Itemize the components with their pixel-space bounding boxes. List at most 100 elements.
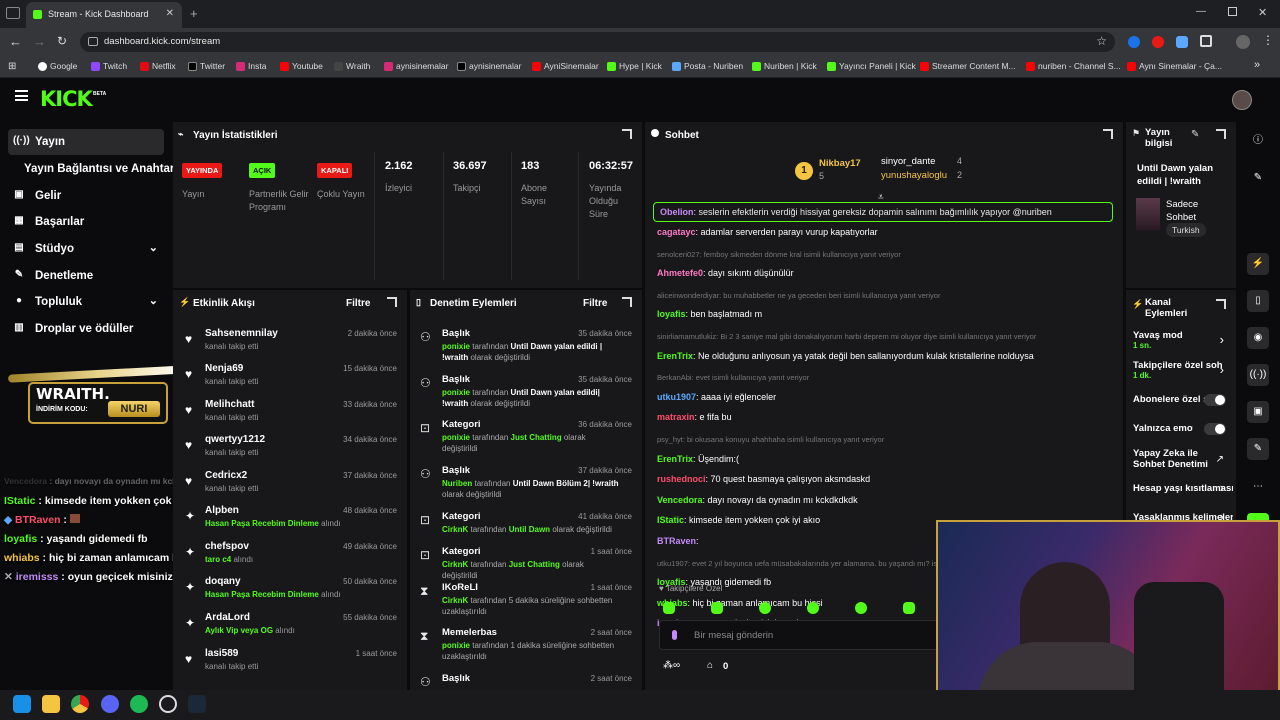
sidebar-item-yayin[interactable]: ((·)) Yayın xyxy=(8,129,164,155)
chat-username[interactable]: ErenTrix xyxy=(657,351,693,361)
expand-icon[interactable] xyxy=(622,129,632,139)
followers-only-setting[interactable]: Takipçilere özel sohbet 1 dk. xyxy=(1133,360,1223,380)
expand-icon[interactable] xyxy=(1103,129,1113,139)
slow-mode-setting[interactable]: Yavaş mod 1 sn. xyxy=(1133,330,1223,350)
ai-moderation-setting[interactable]: Yapay Zeka ile Sohbet Denetimi xyxy=(1133,448,1223,470)
subscribers-only-setting[interactable]: Abonelere özel sohbet xyxy=(1133,394,1211,405)
emote-icon[interactable] xyxy=(663,602,675,614)
extensions-puzzle-icon[interactable] xyxy=(1200,35,1212,47)
obs-icon[interactable] xyxy=(159,695,177,713)
external-link-icon[interactable]: ↗ xyxy=(1216,454,1224,465)
bookmark-youtube[interactable]: Youtube xyxy=(280,61,323,71)
chevron-right-icon[interactable]: › xyxy=(1220,480,1224,495)
steam-icon[interactable] xyxy=(188,695,206,713)
bookmark-insta[interactable]: Insta xyxy=(236,61,266,71)
bookmark-ayni-sinemalar[interactable]: Aynı Sinemalar - Ça... xyxy=(1127,61,1222,71)
bookmark-aynisinemalar-yt[interactable]: AyniSinemalar xyxy=(532,61,599,71)
kick-logo[interactable]: KICK xyxy=(40,87,93,111)
chevron-right-icon[interactable]: › xyxy=(1220,332,1224,347)
bookmark-nuriben-kick[interactable]: Nuriben | Kick xyxy=(752,61,817,71)
wrench-rail-icon[interactable]: ✎ xyxy=(1247,438,1269,460)
bookmark-posta[interactable]: Posta - Nuriben xyxy=(672,61,743,71)
chat-username[interactable]: BTRaven xyxy=(657,536,696,546)
minimize-icon[interactable]: — xyxy=(1196,6,1206,17)
document-rail-icon[interactable]: ▯ xyxy=(1247,290,1269,312)
tab-close-icon[interactable]: ✕ xyxy=(166,8,174,19)
expand-icon[interactable] xyxy=(1216,129,1226,139)
bookmark-twitch[interactable]: Twitch xyxy=(91,61,127,71)
info-rail-icon[interactable]: ⓘ xyxy=(1247,130,1269,152)
broadcast-rail-icon[interactable]: ((·)) xyxy=(1247,364,1269,386)
bookmark-aynisinemalar-insta[interactable]: aynisinemalar xyxy=(384,61,448,71)
chrome-icon[interactable] xyxy=(71,695,89,713)
url-field[interactable]: dashboard.kick.com/stream ☆ xyxy=(80,32,1115,52)
video-rail-icon[interactable]: ▣ xyxy=(1247,401,1269,423)
reload-icon[interactable]: ↻ xyxy=(57,34,67,48)
edit-rail-icon[interactable]: ✎ xyxy=(1247,167,1269,189)
extension-icon-1[interactable] xyxy=(1128,36,1140,48)
tab-search-icon[interactable] xyxy=(6,7,20,19)
chat-username[interactable]: matraxin xyxy=(657,412,695,422)
account-age-setting[interactable]: Hesap yaşı kısıtlaması xyxy=(1133,483,1233,494)
subscribers-only-toggle[interactable] xyxy=(1204,394,1226,406)
spotify-icon[interactable] xyxy=(130,695,148,713)
site-info-icon[interactable] xyxy=(88,37,98,46)
chat-rail-icon[interactable]: ◉ xyxy=(1247,327,1269,349)
bookmark-netflix[interactable]: Netflix xyxy=(140,61,176,71)
discord-icon[interactable] xyxy=(101,695,119,713)
emote-only-toggle[interactable] xyxy=(1204,423,1226,435)
user-avatar[interactable] xyxy=(1232,90,1252,110)
chat-username[interactable]: utku1907 xyxy=(657,392,696,402)
emote-icon[interactable] xyxy=(807,602,819,614)
more-rail-icon[interactable]: ⋯ xyxy=(1247,476,1269,498)
moderation-filter-button[interactable]: Filtre xyxy=(583,298,607,309)
lightning-rail-icon[interactable]: ⚡ xyxy=(1247,253,1269,275)
bookmark-nuriben-channel[interactable]: nuriben - Channel S... xyxy=(1026,61,1121,71)
emote-icon[interactable] xyxy=(759,602,771,614)
chat-username[interactable]: rushednoci xyxy=(657,474,706,484)
bookmark-streamer-content[interactable]: Streamer Content M... xyxy=(920,61,1016,71)
file-explorer-icon[interactable] xyxy=(42,695,60,713)
browser-tab-active[interactable]: Stream - Kick Dashboard ✕ xyxy=(26,2,182,28)
expand-icon[interactable] xyxy=(387,297,397,307)
sidebar-item-topluluk[interactable]: ● Topluluk ⌄ xyxy=(8,289,164,315)
expand-icon[interactable] xyxy=(622,297,632,307)
bookmarks-more-icon[interactable]: » xyxy=(1254,59,1260,71)
bookmark-hype-kick[interactable]: Hype | Kick xyxy=(607,61,662,71)
back-icon[interactable]: ← xyxy=(9,34,22,49)
profile-avatar-icon[interactable] xyxy=(1236,35,1250,49)
extension-icon-3[interactable] xyxy=(1176,36,1188,48)
edit-icon[interactable]: ✎ xyxy=(1191,129,1199,140)
chat-username[interactable]: Vencedora xyxy=(657,495,703,505)
maximize-icon[interactable] xyxy=(1228,7,1237,16)
apps-grid-icon[interactable]: ⊞ xyxy=(8,61,16,72)
emote-icon[interactable] xyxy=(903,602,915,614)
bookmark-wraith[interactable]: Wraith xyxy=(334,61,370,71)
browser-menu-icon[interactable]: ⋮ xyxy=(1262,33,1274,47)
new-tab-icon[interactable]: + xyxy=(190,6,198,21)
hamburger-menu-icon[interactable] xyxy=(15,90,28,101)
sidebar-item-gelir[interactable]: ▣ Gelir xyxy=(8,183,164,209)
chevron-right-icon[interactable]: › xyxy=(1220,362,1224,377)
emote-icon[interactable] xyxy=(711,602,723,614)
sidebar-item-denetleme[interactable]: ✎ Denetleme xyxy=(8,263,164,289)
bookmark-star-icon[interactable]: ☆ xyxy=(1096,34,1107,48)
emote-icon[interactable] xyxy=(855,602,867,614)
close-window-icon[interactable]: ✕ xyxy=(1258,6,1267,19)
bookmark-google[interactable]: Google xyxy=(38,61,77,71)
forward-icon[interactable]: → xyxy=(33,34,46,49)
sidebar-item-droplar[interactable]: ▥ Droplar ve ödüller xyxy=(8,316,164,342)
sidebar-item-yayin-baglantisi[interactable]: Yayın Bağlantısı ve Anahtarı xyxy=(8,156,178,182)
sidebar-item-basarilar[interactable]: ▦ Başarılar xyxy=(8,209,164,235)
activity-filter-button[interactable]: Filtre xyxy=(346,298,370,309)
bookmark-aynisinemalar-x[interactable]: aynisinemalar xyxy=(457,61,521,71)
expand-icon[interactable] xyxy=(1216,299,1226,309)
chat-username[interactable]: IStatic xyxy=(657,515,684,525)
chat-username[interactable]: loyafis xyxy=(657,309,686,319)
bookmark-twitter[interactable]: Twitter xyxy=(188,61,225,71)
sidebar-item-studyo[interactable]: ▤ Stüdyo ⌄ xyxy=(8,236,164,262)
chat-username[interactable]: Ahmetefe0 xyxy=(657,268,703,278)
store-icon[interactable]: ⌂ xyxy=(707,660,713,671)
extension-icon-2[interactable] xyxy=(1152,36,1164,48)
chat-username[interactable]: cagatayc xyxy=(657,227,696,237)
